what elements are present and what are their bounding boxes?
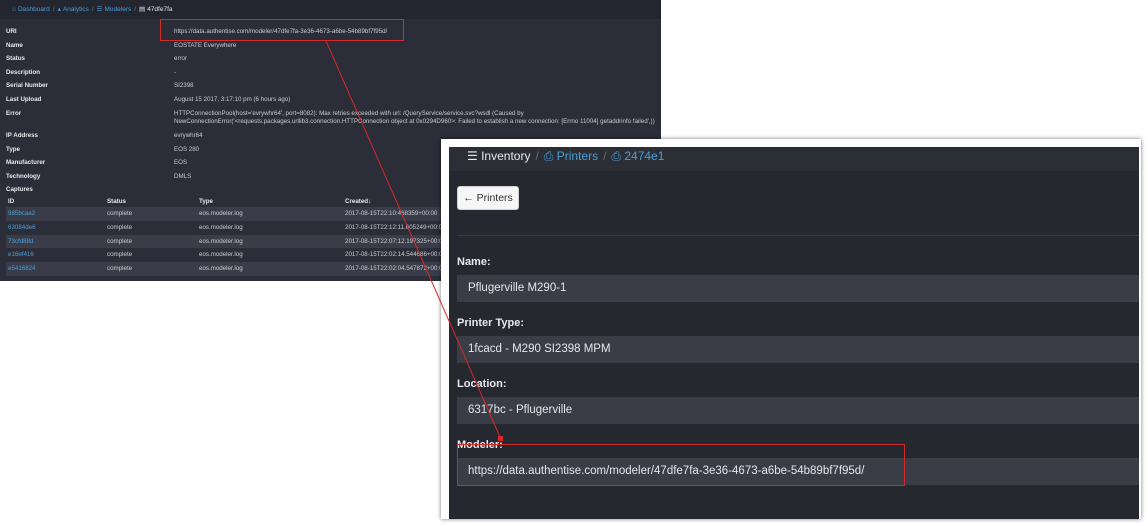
capture-status: complete [107, 237, 133, 245]
printer-icon: ⎙ [543, 149, 557, 163]
error-value-line2: NewConnectionError('<requests.packages.u… [174, 118, 655, 125]
capture-status: complete [107, 223, 133, 231]
name-label: Name: [457, 256, 491, 268]
back-to-printers-button[interactable]: ← Printers [457, 186, 519, 210]
last-upload-label: Last Upload [6, 96, 42, 103]
capture-status: complete [107, 265, 133, 272]
printer-type-label: Printer Type: [457, 317, 525, 329]
capture-created: 2017-08-15T22:10:468359+00:00 [345, 210, 438, 217]
column-created[interactable]: Created↓ [345, 198, 371, 205]
ip-address-label: IP Address [6, 132, 38, 139]
capture-type: eos.modeler.log [199, 223, 243, 231]
capture-type: eos.modeler.log [199, 237, 243, 245]
uri-label: URI [6, 28, 17, 35]
description-value: - [174, 69, 177, 76]
description-label: Description [6, 69, 41, 76]
ip-address-value: evrywhr64 [174, 132, 203, 139]
captures-table: ID Status Type Created↓ 985bcaa2 complet… [6, 197, 446, 276]
breadcrumb-analytics[interactable]: ▴ Analytics [58, 6, 89, 13]
arrow-left-icon: ← [463, 192, 477, 204]
table-row: 985bcaa2 complete eos.modeler.log 2017-0… [6, 207, 442, 221]
capture-created: 2017-08-15T22:07:12.197325+00:00 [345, 237, 446, 245]
capture-id-link[interactable]: e16ef416 [8, 251, 34, 258]
capture-id-link[interactable]: e5416824 [8, 265, 36, 272]
serial-number-label: Serial Number [6, 82, 48, 89]
capture-type: eos.modeler.log [199, 251, 243, 259]
printer-icon: ⎙ [611, 149, 625, 163]
location-label: Location: [457, 378, 507, 390]
uri-highlight-box [160, 19, 404, 41]
captures-heading: Captures [6, 186, 33, 193]
breadcrumb-modelers[interactable]: ☰ Modelers [97, 6, 132, 13]
capture-status: complete [107, 210, 133, 217]
breadcrumb: ☰ Inventory / ⎙ Printers / ⎙ 2474e1 [467, 149, 665, 163]
breadcrumb-current[interactable]: ⎙ 2474e1 [611, 149, 664, 163]
breadcrumb-inventory[interactable]: ☰ Inventory [467, 149, 530, 163]
home-icon: ⌂ [12, 6, 16, 13]
error-label: Error [6, 110, 22, 117]
status-value: error [174, 55, 188, 62]
column-type[interactable]: Type [199, 198, 213, 205]
name-field[interactable]: Pflugerville M290-1 [457, 275, 1139, 302]
list-icon: ☰ [96, 6, 103, 13]
capture-id-link[interactable]: 63084de6 [8, 224, 36, 231]
sort-icon: ↓ [368, 198, 372, 205]
breadcrumb: ⌂ Dashboard / ▴ Analytics / ☰ Modelers / ▤ 47dfe7f… [0, 0, 661, 19]
connector-end-marker [498, 436, 503, 441]
list-icon: ☰ [467, 149, 482, 163]
captures-table-header: ID Status Type Created↓ [6, 197, 442, 207]
capture-created: 2017-08-15T22:02:04.547872+00:00 [345, 265, 446, 272]
capture-type: eos.modeler.log [199, 210, 243, 217]
column-id[interactable]: ID [8, 198, 14, 205]
table-row: e16ef416 complete eos.modeler.log 2017-0… [6, 248, 446, 262]
table-row: e5416824 complete eos.modeler.log 2017-0… [6, 262, 446, 276]
chart-icon: ▴ [57, 6, 61, 13]
table-row: 63084de6 complete eos.modeler.log 2017-0… [6, 221, 446, 235]
name-label: Name [6, 42, 23, 49]
location-field[interactable]: 6317bc - Pflugerville [457, 397, 1139, 424]
table-row: 73cfd88d complete eos.modeler.log 2017-0… [6, 234, 446, 249]
breadcrumb-printers[interactable]: ⎙ Printers [544, 149, 598, 163]
capture-type: eos.modeler.log [199, 265, 243, 272]
column-status[interactable]: Status [107, 198, 126, 205]
name-value: EOSTATE Everywhere [174, 42, 237, 49]
printer-detail-content: ☰ Inventory / ⎙ Printers / ⎙ 2474e1 ← Printe… [449, 147, 1139, 519]
capture-id-link[interactable]: 985bcaa2 [8, 210, 35, 217]
manufacturer-value: EOS [174, 159, 188, 166]
type-label: Type [6, 146, 20, 153]
last-upload-value: August 15 2017, 3:17:10 pm (6 hours ago) [174, 96, 291, 103]
capture-id-link[interactable]: 73cfd88d [8, 238, 33, 245]
capture-status: complete [107, 251, 133, 259]
breadcrumb-dashboard[interactable]: ⌂ Dashboard [12, 6, 50, 13]
capture-created: 2017-08-15T22:12:11.605249+00:00 [345, 223, 446, 231]
breadcrumb-current: ▤ 47dfe7fa [139, 6, 172, 13]
server-icon: ▤ [139, 6, 146, 13]
status-label: Status [6, 55, 25, 62]
modeler-highlight-box [457, 444, 905, 486]
printer-breadcrumb-bar: ☰ Inventory / ⎙ Printers / ⎙ 2474e1 [449, 147, 1139, 171]
serial-number-value: SI2398 [174, 82, 194, 89]
technology-value: DMLS [174, 173, 192, 180]
technology-label: Technology [6, 173, 41, 180]
divider [457, 235, 1139, 236]
printer-detail-panel: ☰ Inventory / ⎙ Printers / ⎙ 2474e1 ← Printe… [441, 139, 1141, 519]
capture-created: 2017-08-15T22:02:14.544686+00:00 [345, 251, 446, 259]
error-value-line1: HTTPConnectionPool(host='evrywhr64', por… [174, 110, 524, 117]
manufacturer-label: Manufacturer [6, 159, 46, 166]
type-value: EOS 280 [174, 146, 200, 153]
printer-type-field[interactable]: 1fcacd - M290 SI2398 MPM [457, 336, 1139, 363]
